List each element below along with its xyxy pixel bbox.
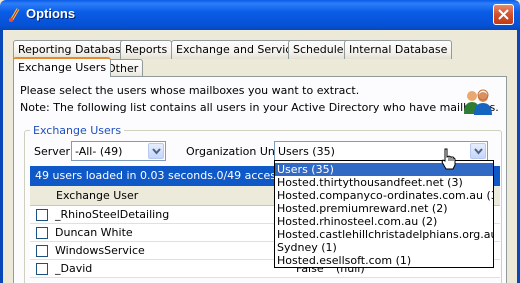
row-checkbox[interactable] [36, 263, 48, 275]
group-label: Exchange Users [30, 124, 125, 137]
server-select-value: -All- (49) [75, 145, 123, 158]
org-unit-label: Organization Unit [186, 145, 283, 158]
row-checkbox[interactable] [36, 227, 48, 239]
dropdown-option[interactable]: Hosted.premiumreward.net (2) [275, 202, 493, 215]
instruction-line-2: Note: The following list contains all us… [20, 101, 499, 114]
tab-reports[interactable]: Reports [120, 40, 173, 59]
dropdown-option[interactable]: Hosted.castlehillchristadelphians.org.au… [275, 228, 493, 241]
server-select[interactable]: -All- (49) [71, 141, 166, 161]
title-bar[interactable]: Options [0, 0, 520, 30]
chevron-down-icon [474, 148, 483, 155]
instruction-line-1: Please select the users whose mailboxes … [20, 84, 360, 97]
row-user-name: WindowsService [55, 244, 145, 257]
row-checkbox[interactable] [36, 209, 48, 221]
tab-exchange-and-service[interactable]: Exchange and Service [171, 40, 304, 59]
server-dropdown-button[interactable] [148, 143, 164, 159]
tab-schedule[interactable]: Schedule [288, 40, 349, 59]
app-icon [9, 8, 20, 22]
close-icon [498, 9, 509, 20]
org-unit-dropdown-button[interactable] [470, 143, 486, 159]
org-unit-select-value: Users (35) [278, 145, 335, 158]
window-title: Options [26, 6, 76, 21]
users-icon [464, 89, 492, 115]
hand-cursor-icon [441, 148, 456, 170]
org-unit-dropdown-list: Users (35) Hosted.thirtythousandfeet.net… [274, 160, 494, 268]
tab-internal-database[interactable]: Internal Database [344, 40, 453, 59]
dropdown-option[interactable]: Hosted.thirtythousandfeet.net (3) [275, 176, 493, 189]
chevron-down-icon [152, 148, 161, 155]
column-exchange-user[interactable]: Exchange User [56, 189, 138, 202]
row-checkbox[interactable] [36, 245, 48, 257]
row-user-name: Duncan White [55, 226, 133, 239]
dropdown-option[interactable]: Sydney (1) [275, 241, 493, 254]
dropdown-option[interactable]: Users (35) [275, 163, 493, 176]
dropdown-option[interactable]: Hosted.rhinosteel.com.au (2) [275, 215, 493, 228]
row-user-name: _RhinoSteelDetailing [55, 208, 170, 221]
row-user-name: _David [55, 262, 93, 275]
dropdown-option[interactable]: Hosted.esellsoft.com (1) [275, 254, 493, 267]
tab-exchange-users[interactable]: Exchange Users [13, 57, 112, 77]
close-button[interactable] [493, 4, 514, 25]
grid-status-text: 49 users loaded in 0.03 seconds.0/49 acc… [35, 169, 302, 182]
dropdown-option[interactable]: Hosted.companyco-ordinates.com.au (3) [275, 189, 493, 202]
server-label: Server [34, 145, 71, 158]
